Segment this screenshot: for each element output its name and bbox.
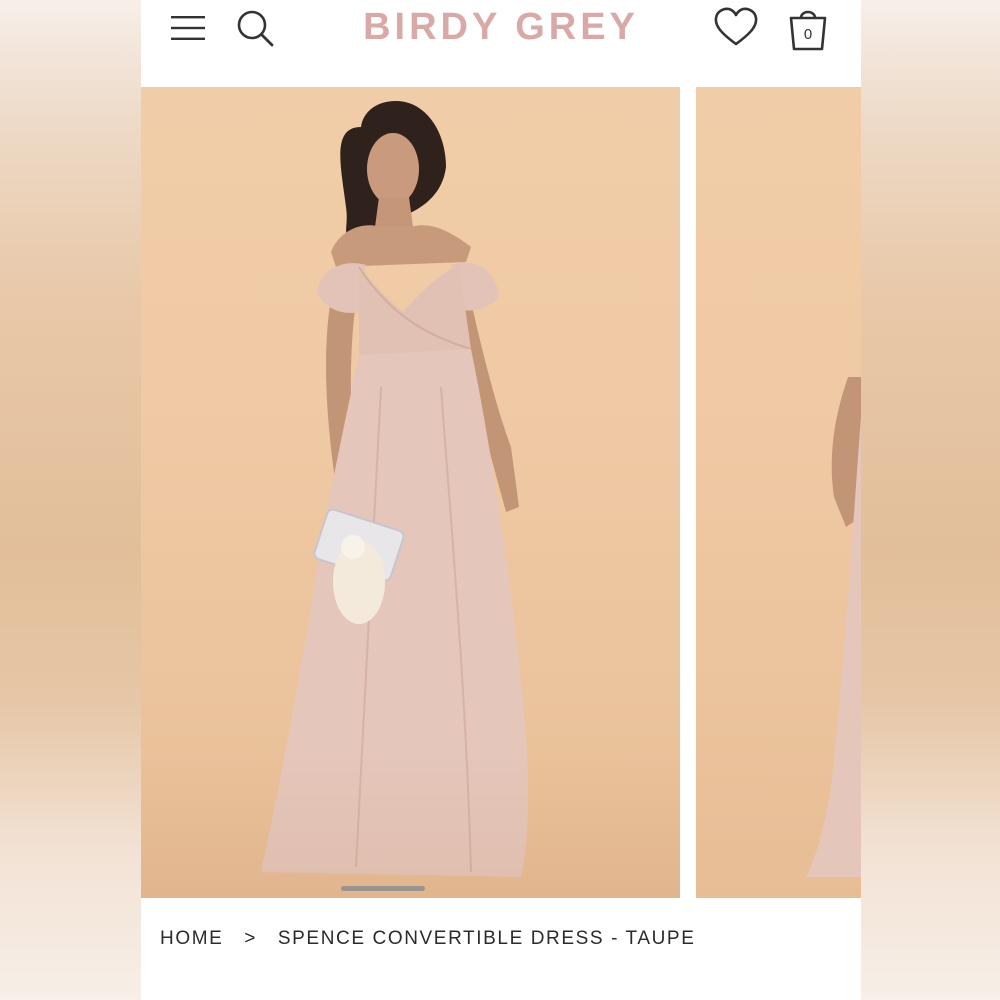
shopping-bag-icon[interactable]: 0 — [787, 4, 829, 52]
product-gallery[interactable] — [141, 87, 861, 898]
breadcrumb-current: SPENCE CONVERTIBLE DRESS - TAUPE — [277, 928, 696, 949]
breadcrumb: HOME > SPENCE CONVERTIBLE DRESS - TAUPE — [160, 928, 695, 950]
breadcrumb-separator: > — [244, 928, 257, 949]
heart-icon[interactable] — [713, 7, 759, 47]
mobile-page: BIRDY GREY 0 HOME > SPENCE CONVERTIBLE D… — [141, 0, 861, 1000]
product-photo-front[interactable] — [141, 87, 680, 898]
product-photo-next[interactable] — [696, 87, 861, 898]
photo-floor — [141, 748, 680, 898]
site-header: BIRDY GREY 0 — [141, 0, 861, 86]
model-partial-illustration — [806, 377, 861, 877]
cart-count-badge: 0 — [803, 26, 813, 43]
breadcrumb-home-link[interactable]: HOME — [160, 928, 223, 950]
gallery-scroll-indicator[interactable] — [341, 886, 425, 891]
